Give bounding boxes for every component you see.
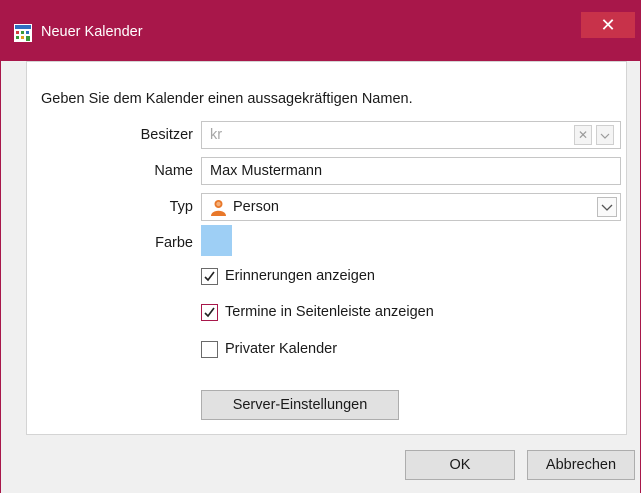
chevron-down-icon (601, 204, 613, 211)
cancel-button[interactable]: Abbrechen (527, 450, 635, 480)
name-value: Max Mustermann (210, 163, 323, 179)
name-field[interactable]: Max Mustermann (201, 157, 621, 185)
type-label: Typ (169, 199, 193, 215)
sidebar-appointments-checkbox[interactable] (201, 304, 218, 321)
type-dropdown-button[interactable] (597, 197, 617, 217)
reminders-checkbox[interactable] (201, 268, 218, 285)
clear-owner-button[interactable]: ✕ (574, 125, 592, 145)
owner-label: Besitzer (140, 127, 193, 143)
type-value: Person (233, 199, 279, 215)
calendar-app-icon (14, 24, 32, 42)
title-bar: Neuer Kalender ✕ (1, 0, 641, 61)
type-select[interactable]: Person (201, 193, 621, 221)
color-label: Farbe (155, 235, 193, 251)
private-calendar-checkbox[interactable] (201, 341, 218, 358)
chevron-down-icon (600, 133, 610, 139)
close-button[interactable]: ✕ (581, 12, 635, 38)
sidebar-appointments-label: Termine in Seitenleiste anzeigen (225, 304, 434, 320)
intro-text: Geben Sie dem Kalender einen aussagekräf… (41, 91, 413, 107)
server-settings-button[interactable]: Server-Einstellungen (201, 390, 399, 420)
owner-dropdown-button[interactable] (596, 125, 614, 145)
new-calendar-dialog: Neuer Kalender ✕ Geben Sie dem Kalender … (0, 0, 641, 493)
owner-value: kr (210, 127, 223, 143)
private-calendar-label: Privater Kalender (225, 341, 338, 357)
clear-icon: ✕ (577, 128, 589, 142)
close-icon: ✕ (600, 15, 616, 35)
ok-button[interactable]: OK (405, 450, 515, 480)
checkmark-icon (204, 271, 215, 282)
checkmark-icon (204, 307, 215, 318)
owner-field[interactable]: kr ✕ (201, 121, 621, 149)
person-icon (210, 199, 227, 216)
color-swatch[interactable] (201, 225, 232, 256)
reminders-label: Erinnerungen anzeigen (225, 268, 375, 284)
window-title: Neuer Kalender (41, 24, 143, 40)
name-label: Name (154, 163, 193, 179)
